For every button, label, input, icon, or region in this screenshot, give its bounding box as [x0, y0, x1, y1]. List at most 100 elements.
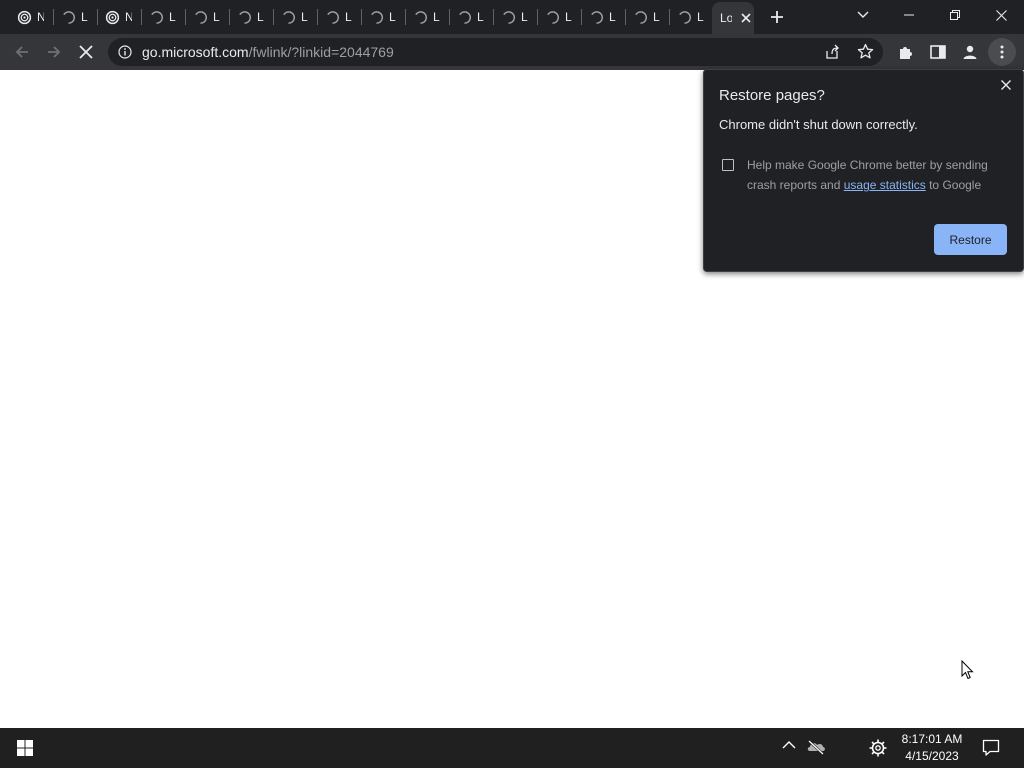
tab-2[interactable]: N: [104, 6, 132, 28]
person-icon: [962, 44, 978, 60]
forward-button[interactable]: [40, 38, 68, 66]
tab-separator: [317, 9, 318, 25]
spiral-icon: [104, 9, 120, 25]
restore-window-icon: [950, 10, 960, 20]
tab-separator: [273, 9, 274, 25]
help-text-after: to Google: [925, 178, 982, 192]
close-icon: [995, 9, 1007, 21]
url-path: /fwlink/?linkid=2044769: [248, 44, 394, 60]
loading-icon: [60, 9, 76, 25]
tab-15[interactable]: L: [676, 6, 704, 28]
taskbar: 8:17:01 AM 4/15/2023: [0, 728, 1024, 768]
loading-icon: [324, 9, 340, 25]
restore-window-button[interactable]: [932, 0, 978, 30]
tab-label: L: [565, 10, 572, 24]
notification-icon: [982, 739, 1000, 757]
tab-separator: [669, 9, 670, 25]
taskbar-clock[interactable]: 8:17:01 AM 4/15/2023: [896, 731, 968, 765]
restore-pages-dialog: Restore pages? Chrome didn't shut down c…: [703, 69, 1024, 272]
active-tab-label: Lo: [720, 11, 732, 25]
dialog-message: Chrome didn't shut down correctly.: [719, 117, 918, 132]
loading-icon: [456, 9, 472, 25]
restore-button[interactable]: Restore: [934, 224, 1007, 255]
back-button[interactable]: [8, 38, 36, 66]
tab-label: L: [213, 10, 220, 24]
tab-label: L: [521, 10, 528, 24]
tab-12[interactable]: L: [544, 6, 572, 28]
loading-icon: [236, 9, 252, 25]
windows-logo-icon: [17, 740, 33, 756]
loading-icon: [588, 9, 604, 25]
tab-label: L: [697, 10, 704, 24]
dialog-close-button[interactable]: [997, 76, 1015, 94]
loading-icon: [500, 9, 516, 25]
notification-center-button[interactable]: [982, 739, 1000, 757]
extensions-button[interactable]: [892, 38, 920, 66]
close-icon: [1001, 80, 1011, 90]
tab-5[interactable]: L: [236, 6, 264, 28]
tab-3[interactable]: L: [148, 6, 176, 28]
tab-4[interactable]: L: [192, 6, 220, 28]
tab-label: L: [653, 10, 660, 24]
onedrive-offline-icon[interactable]: [806, 739, 826, 755]
tab-14[interactable]: L: [632, 6, 660, 28]
tab-separator: [493, 9, 494, 25]
tab-active[interactable]: Lo: [712, 2, 754, 34]
crash-reports-checkbox[interactable]: [722, 159, 734, 171]
tab-separator: [625, 9, 626, 25]
back-arrow-icon: [14, 44, 30, 60]
gear-icon[interactable]: [869, 739, 887, 757]
close-icon: [79, 45, 93, 59]
tab-separator: [97, 9, 98, 25]
plus-icon: [770, 10, 784, 24]
tab-separator: [361, 9, 362, 25]
star-icon[interactable]: [857, 43, 874, 60]
tab-separator: [449, 9, 450, 25]
tab-separator: [141, 9, 142, 25]
tab-9[interactable]: L: [412, 6, 440, 28]
profile-button[interactable]: [956, 38, 984, 66]
tab-close-icon[interactable]: [740, 12, 752, 24]
tab-separator: [405, 9, 406, 25]
share-icon[interactable]: [824, 44, 840, 60]
tab-6[interactable]: L: [280, 6, 308, 28]
loading-icon: [544, 9, 560, 25]
menu-button[interactable]: [988, 38, 1016, 66]
new-tab-button[interactable]: [765, 7, 789, 27]
chevron-down-icon: [857, 11, 869, 19]
show-hidden-icons-button[interactable]: [782, 740, 796, 749]
tab-separator: [53, 9, 54, 25]
tab-13[interactable]: L: [588, 6, 616, 28]
tab-label: L: [257, 10, 264, 24]
tab-7[interactable]: L: [324, 6, 352, 28]
tab-label: L: [389, 10, 396, 24]
tab-label: L: [609, 10, 616, 24]
tab-label: L: [81, 10, 88, 24]
url-host: go.microsoft.com: [142, 44, 249, 60]
minimize-icon: [904, 10, 914, 20]
minimize-button[interactable]: [886, 0, 932, 30]
tab-0[interactable]: N: [16, 6, 44, 28]
tab-1[interactable]: L: [60, 6, 88, 28]
tab-separator: [229, 9, 230, 25]
start-button[interactable]: [10, 736, 40, 760]
tab-separator: [185, 9, 186, 25]
tab-search-button[interactable]: [840, 0, 886, 30]
close-window-button[interactable]: [978, 0, 1024, 30]
three-dots-vertical-icon: [1000, 45, 1004, 59]
tab-label: N: [37, 10, 44, 24]
info-icon[interactable]: [118, 45, 132, 59]
address-bar[interactable]: go.microsoft.com/fwlink/?linkid=2044769: [108, 38, 883, 66]
clock-time: 8:17:01 AM: [901, 732, 963, 746]
tab-11[interactable]: L: [500, 6, 528, 28]
chevron-up-icon: [782, 740, 796, 749]
loading-icon: [676, 9, 692, 25]
url-text[interactable]: go.microsoft.com/fwlink/?linkid=2044769: [142, 44, 394, 60]
loading-icon: [192, 9, 208, 25]
tab-8[interactable]: L: [368, 6, 396, 28]
side-panel-button[interactable]: [924, 38, 952, 66]
usage-statistics-link[interactable]: usage statistics: [844, 178, 926, 192]
stop-button[interactable]: [72, 38, 100, 66]
tab-separator: [581, 9, 582, 25]
tab-10[interactable]: L: [456, 6, 484, 28]
